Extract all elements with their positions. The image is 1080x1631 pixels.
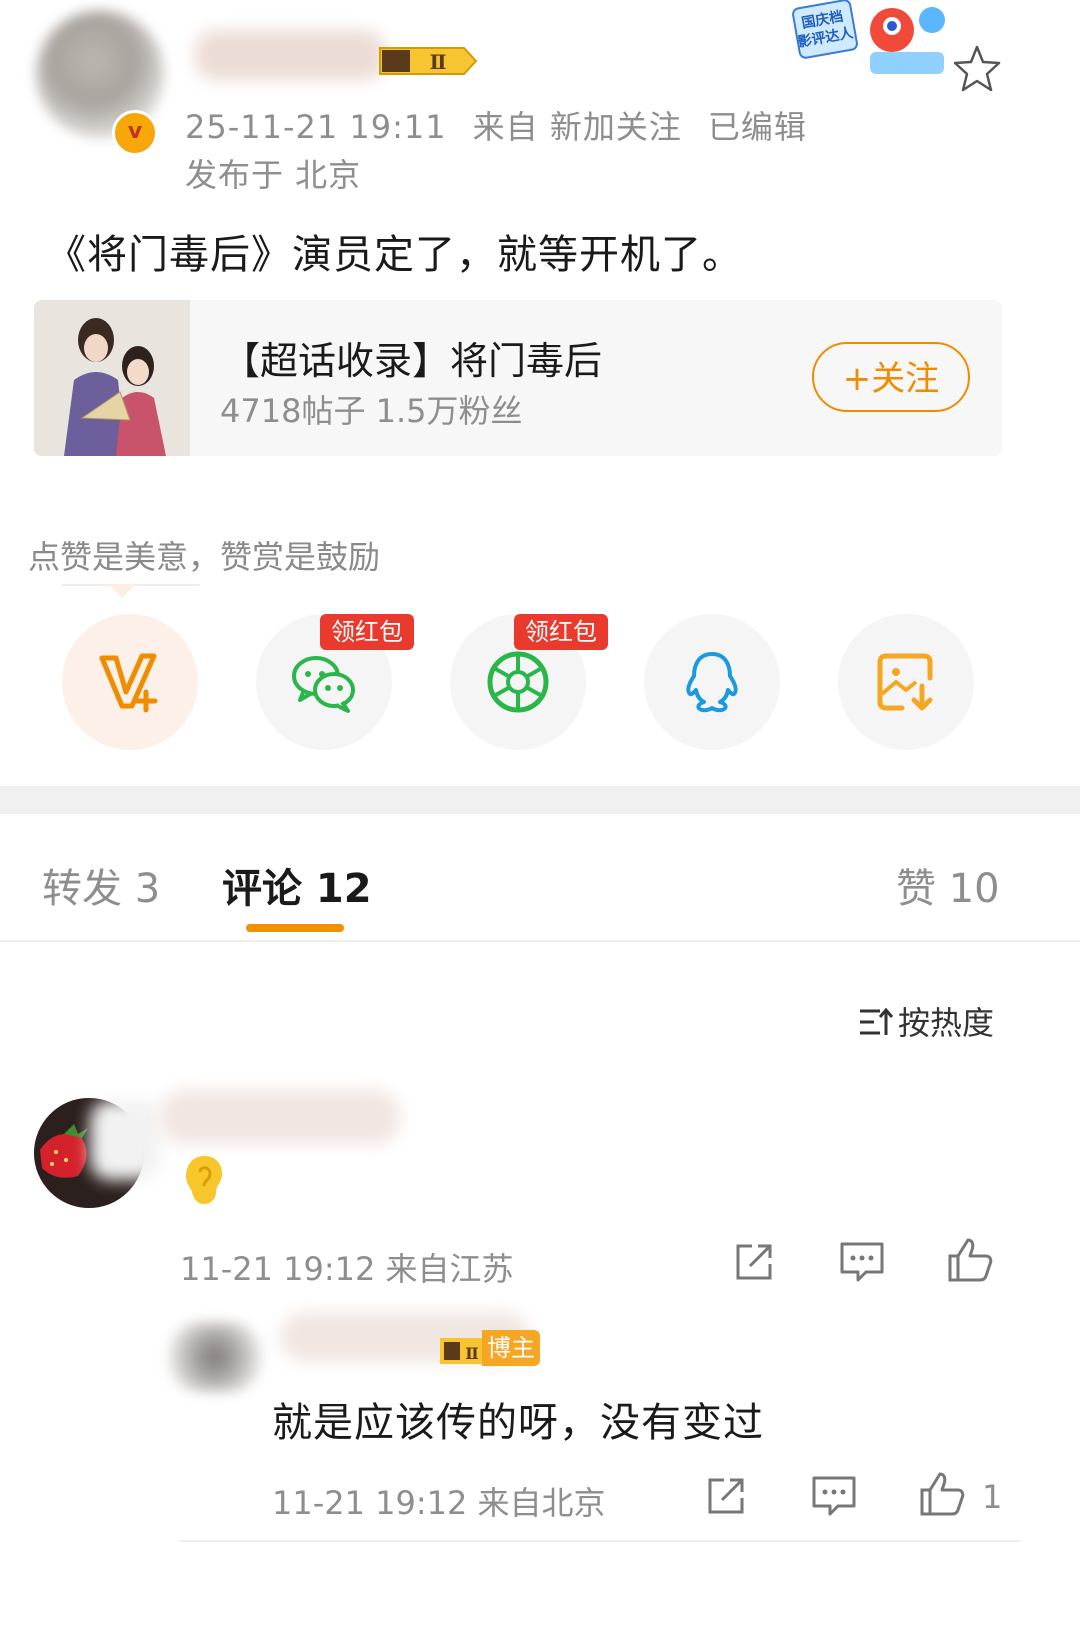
sort-icon: [860, 1007, 894, 1035]
wechat-icon: [292, 656, 355, 713]
topic-thumbnail[interactable]: [34, 300, 190, 456]
post-meta: 25-11-21 19:11 来自 新加关注 已编辑: [185, 102, 807, 148]
post-source[interactable]: 来自 新加关注: [473, 108, 682, 146]
save-image-icon: [877, 653, 933, 711]
reward-button[interactable]: [62, 614, 198, 750]
verified-badge: v: [112, 110, 158, 156]
sort-label: 按热度: [898, 1004, 995, 1042]
commenter-avatar-redaction: [90, 1100, 160, 1180]
comment-meta: 11-21 19:12 来自江苏: [180, 1250, 514, 1288]
svg-text:Ⅱ: Ⅱ: [430, 50, 447, 74]
reply-level-icon: Ⅱ: [440, 1338, 486, 1364]
favorite-star-icon[interactable]: [950, 42, 1004, 96]
qq-penguin-icon: [686, 652, 738, 713]
svg-text:Ⅱ: Ⅱ: [465, 1344, 478, 1363]
level-badge-icon: Ⅱ: [379, 47, 478, 75]
follow-topic-button[interactable]: +关注: [812, 342, 970, 412]
post-edited[interactable]: 已编辑: [708, 108, 807, 146]
share-qq-button[interactable]: [644, 614, 780, 750]
reply-share-icon[interactable]: [702, 1472, 750, 1520]
post-timestamp: 25-11-21 19:11: [185, 108, 447, 146]
author-name-redacted[interactable]: [195, 30, 385, 80]
reply-comment-icon[interactable]: [810, 1472, 858, 1520]
commenter-name-redacted[interactable]: [160, 1090, 400, 1144]
reward-v-plus-icon: [99, 653, 158, 713]
comment-share-icon[interactable]: [730, 1238, 778, 1286]
topic-stats: 4718帖子 1.5万粉丝: [220, 392, 523, 430]
post-location: 发布于 北京: [185, 156, 362, 194]
reply-like-icon[interactable]: [918, 1470, 966, 1518]
reply-meta: 11-21 19:12 来自北京: [272, 1484, 606, 1522]
comment-like-icon[interactable]: [946, 1236, 994, 1284]
topic-title[interactable]: 【超话收录】将门毒后: [222, 330, 602, 385]
sort-by-hot-button[interactable]: 按热度: [858, 998, 994, 1044]
post-body-text: 《将门毒后》演员定了，就等开机了。: [46, 232, 743, 278]
reply-text: 就是应该传的呀，没有变过: [272, 1400, 764, 1446]
ear-badge-icon: [186, 1156, 222, 1204]
reply-like-count: 1: [982, 1478, 1003, 1516]
reward-prompt: 点赞是美意，赞赏是鼓励: [28, 538, 381, 576]
moments-redpack-badge: 领红包: [514, 614, 608, 650]
reward-pointer: [108, 584, 136, 598]
tab-reposts[interactable]: 转发 3: [42, 856, 160, 914]
moments-aperture-icon: [487, 651, 549, 713]
movie-critic-badge-icon: 国庆档 影评达人: [792, 0, 945, 74]
tab-comments[interactable]: 评论 12: [222, 856, 372, 914]
wechat-redpack-badge: 领红包: [320, 614, 414, 650]
reply-divider: [180, 1540, 1020, 1542]
tabs-divider: [0, 940, 1080, 942]
active-tab-indicator: [246, 924, 344, 932]
save-image-button[interactable]: [838, 614, 974, 750]
blogger-badge: 博主: [482, 1330, 540, 1366]
section-separator: [0, 786, 1080, 814]
reply-avatar[interactable]: [168, 1322, 262, 1392]
tab-likes[interactable]: 赞 10: [896, 856, 1000, 914]
topic-cover-art: [34, 300, 190, 456]
comment-reply-icon[interactable]: [838, 1238, 886, 1286]
